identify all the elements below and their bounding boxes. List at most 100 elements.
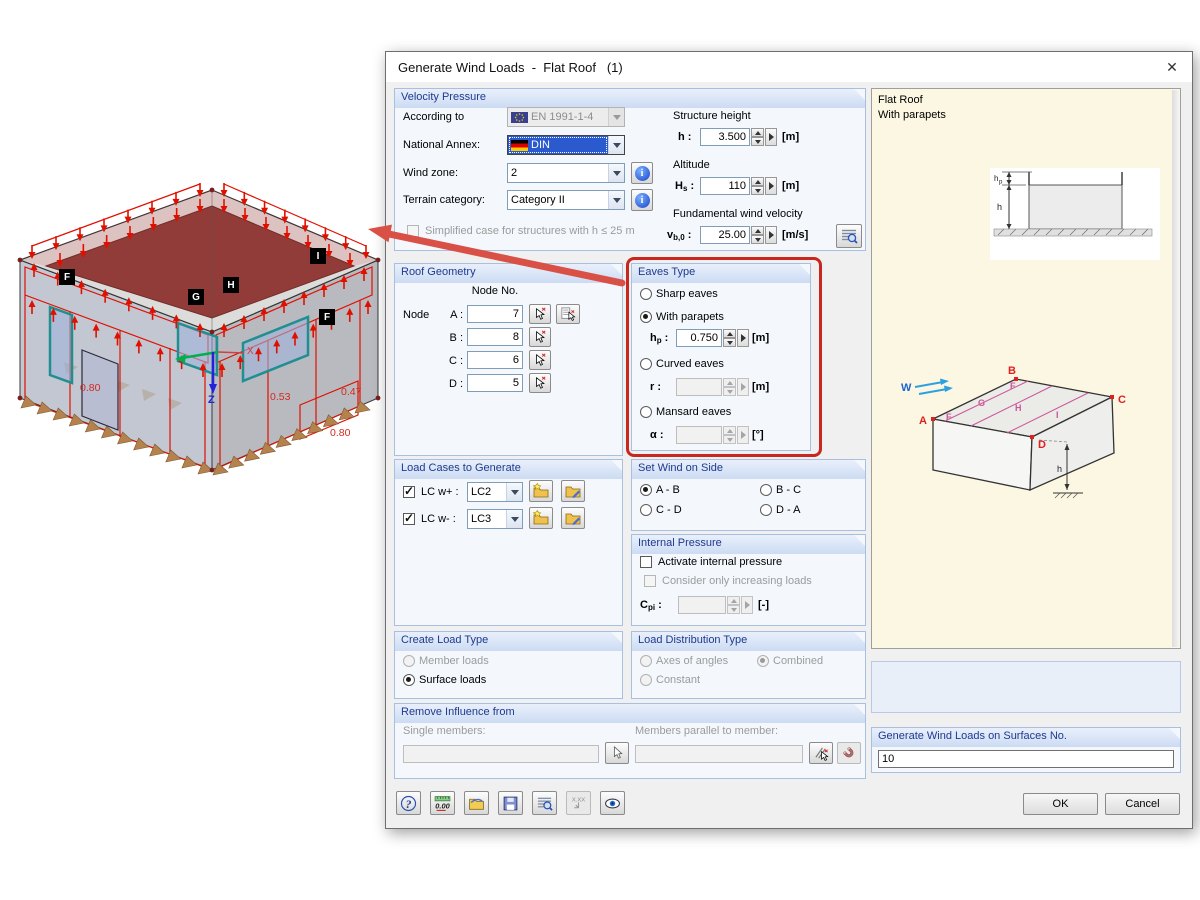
lc-wplus-combo[interactable]: LC2 [467, 482, 523, 502]
panel-eaves-type: With parapets [878, 109, 946, 121]
units-button[interactable]: 0.00 [430, 791, 455, 815]
altitude-input[interactable] [700, 177, 750, 195]
lc-wminus-checkbox[interactable] [403, 513, 415, 525]
according-to-label: According to [403, 111, 464, 123]
load-value: 0.53 [270, 391, 290, 403]
cpi-param-button [741, 596, 753, 614]
display-button[interactable] [600, 791, 625, 815]
axis-z-label: Z [208, 394, 215, 406]
pick-cursor-icon [610, 746, 624, 760]
with-parapets-radio[interactable] [640, 311, 652, 323]
mansard-eaves-radio[interactable] [640, 406, 652, 418]
group-header: Load Distribution Type [632, 632, 865, 651]
consider-increasing-checkbox [644, 575, 656, 587]
member-loads-radio [403, 655, 415, 667]
national-annex-label: National Annex: [403, 139, 480, 151]
hs-unit: [m] [782, 180, 799, 192]
single-members-pick-button[interactable] [605, 742, 629, 764]
node-c-pick-button[interactable] [529, 350, 551, 370]
open-button[interactable] [464, 791, 489, 815]
wind-zone-label: Wind zone: [403, 167, 458, 179]
surface-loads-radio[interactable] [403, 674, 415, 686]
ok-button[interactable]: OK [1023, 793, 1098, 815]
lc-wminus-new-button[interactable] [529, 507, 553, 529]
wind-zone-combo[interactable]: 2 [507, 163, 625, 183]
dialog-titlebar[interactable]: Generate Wind Loads - Flat Roof (1) ✕ [386, 52, 1192, 82]
node-c-input[interactable] [467, 351, 523, 369]
lc-wplus-value: LC2 [471, 486, 491, 498]
cpi-input [678, 596, 726, 614]
details-button[interactable] [532, 791, 557, 815]
altitude-param-button[interactable] [765, 177, 777, 195]
terrain-info-button[interactable]: i [631, 189, 653, 211]
members-parallel-input [635, 745, 803, 763]
structure-height-spinner[interactable] [751, 128, 764, 146]
chevron-down-icon[interactable] [506, 510, 522, 528]
new-load-case-icon [533, 510, 549, 526]
lc-wminus-edit-button[interactable] [561, 507, 585, 529]
lc-wplus-edit-button[interactable] [561, 480, 585, 502]
sharp-eaves-radio[interactable] [640, 288, 652, 300]
chevron-down-icon[interactable] [608, 136, 624, 154]
axes-of-angles-label: Axes of angles [656, 655, 728, 667]
terrain-category-combo[interactable]: Category II [507, 190, 625, 210]
lc-wminus-combo[interactable]: LC3 [467, 509, 523, 529]
node-pick-all-button[interactable] [556, 304, 580, 324]
wind-velocity-input[interactable] [700, 226, 750, 244]
edit-load-case-icon [565, 483, 581, 499]
national-annex-combo[interactable]: DIN [507, 135, 625, 155]
corner-c-label: C [1118, 394, 1126, 406]
building-3d-model [0, 150, 400, 510]
node-b-input[interactable] [467, 328, 523, 346]
side-bc-label: B - C [776, 484, 801, 496]
side-ab-label: A - B [656, 484, 680, 496]
structure-height-input[interactable] [700, 128, 750, 146]
edit-load-case-icon [565, 510, 581, 526]
dialog-title: Generate Wind Loads - Flat Roof (1) [398, 60, 623, 75]
lc-wplus-new-button[interactable] [529, 480, 553, 502]
close-icon[interactable]: ✕ [1162, 57, 1182, 77]
lc-wplus-checkbox[interactable] [403, 486, 415, 498]
side-cd-radio[interactable] [640, 504, 652, 516]
side-bc-radio[interactable] [760, 484, 772, 496]
help-button[interactable]: ? [396, 791, 421, 815]
curved-eaves-radio[interactable] [640, 358, 652, 370]
load-value: 0.80 [330, 427, 350, 439]
node-a-pick-button[interactable] [529, 304, 551, 324]
group-header: Roof Geometry [395, 264, 622, 283]
node-d-pick-button[interactable] [529, 373, 551, 393]
chevron-down-icon[interactable] [608, 191, 624, 209]
single-members-input [403, 745, 599, 763]
cancel-button[interactable]: Cancel [1105, 793, 1180, 815]
surfaces-input[interactable] [878, 750, 1174, 768]
parapet-height-param-button[interactable] [737, 329, 749, 347]
altitude-spinner[interactable] [751, 177, 764, 195]
activate-internal-pressure-checkbox[interactable] [640, 556, 652, 568]
node-a-input[interactable] [467, 305, 523, 323]
wind-velocity-spinner[interactable] [751, 226, 764, 244]
chevron-down-icon[interactable] [506, 483, 522, 501]
side-da-radio[interactable] [760, 504, 772, 516]
according-to-value: EN 1991-1-4 [531, 111, 593, 123]
load-cases-group: Load Cases to Generate LC w+ : LC2 LC w-… [394, 459, 623, 626]
node-d-input[interactable] [467, 374, 523, 392]
parapet-height-input[interactable] [676, 329, 722, 347]
group-header: Generate Wind Loads on Surfaces No. [872, 728, 1180, 747]
wind-zone-info-button[interactable]: i [631, 162, 653, 184]
velocity-details-button[interactable] [836, 224, 862, 248]
structure-height-param-button[interactable] [765, 128, 777, 146]
side-ab-radio[interactable] [640, 484, 652, 496]
parallel-pick-button[interactable] [809, 742, 833, 764]
parapet-height-spinner[interactable] [723, 329, 736, 347]
terrain-category-label: Terrain category: [403, 194, 485, 206]
zone-chip-G: G [188, 289, 204, 305]
zone-chip-F: F [59, 269, 75, 285]
terrain-category-value: Category II [511, 194, 565, 206]
pick-cursor-icon [533, 330, 547, 344]
wind-velocity-param-button[interactable] [765, 226, 777, 244]
node-b-label: B : [439, 332, 463, 344]
node-b-pick-button[interactable] [529, 327, 551, 347]
save-button[interactable] [498, 791, 523, 815]
chevron-down-icon[interactable] [608, 164, 624, 182]
alpha-unit: [°] [752, 429, 764, 441]
